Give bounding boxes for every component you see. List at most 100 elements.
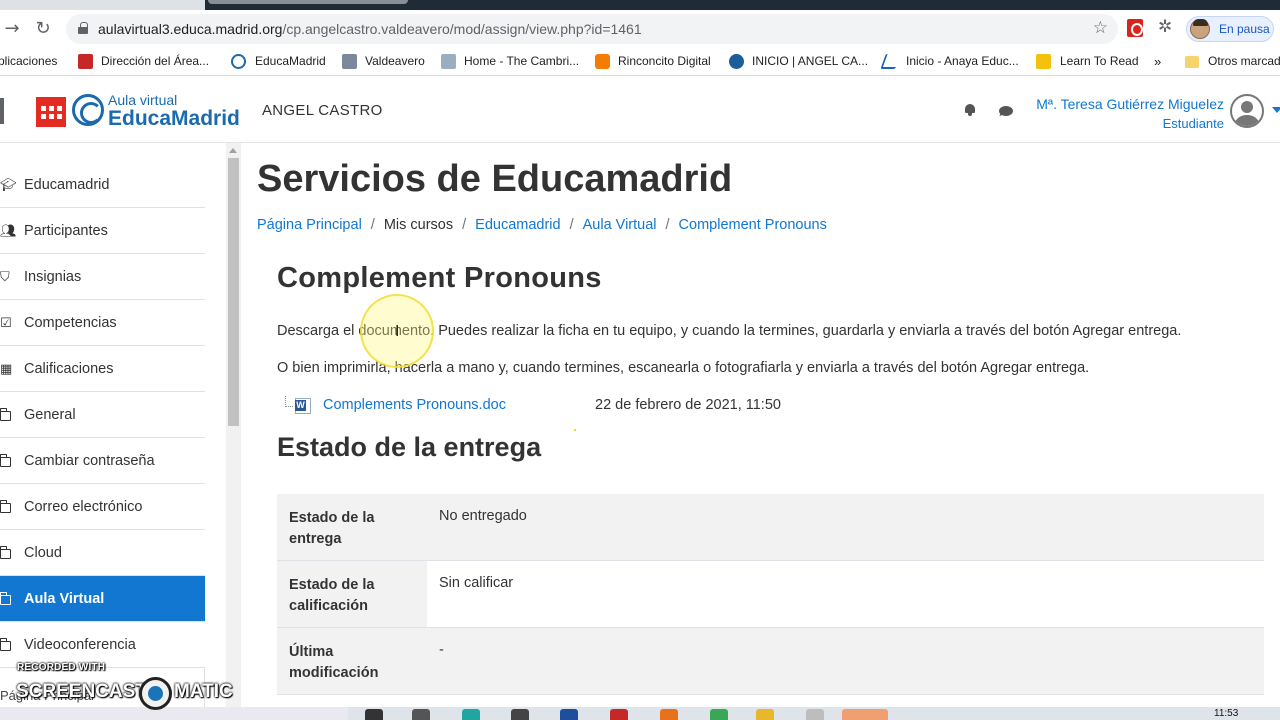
comunidad-madrid-logo[interactable]: [36, 97, 66, 127]
nav-item-educamadrid[interactable]: 🎓︎ Educamadrid: [0, 162, 205, 208]
brand-title[interactable]: EducaMadrid: [108, 107, 240, 131]
anaya-favicon-icon: [880, 54, 901, 69]
bookmark-educamadrid[interactable]: EducaMadrid: [255, 54, 326, 68]
bookmarks-overflow-button[interactable]: »: [1154, 54, 1161, 69]
nav-item-label: General: [24, 407, 76, 423]
educamadrid-favicon-icon: [231, 54, 246, 69]
scroll-up-arrow-icon[interactable]: [229, 148, 237, 153]
nav-item-participantes[interactable]: 👥︎ Participantes: [0, 208, 205, 254]
drawer-toggle[interactable]: [0, 98, 4, 124]
nav-item-label: Insignias: [24, 269, 82, 285]
firefox-icon[interactable]: [660, 709, 678, 720]
cambridge-favicon-icon: [441, 54, 456, 69]
attachment-link[interactable]: Complements Pronouns.doc: [323, 397, 506, 413]
nav-item-correo[interactable]: Correo electrónico: [0, 484, 205, 530]
bookmark-anaya[interactable]: Inicio - Anaya Educ...: [906, 54, 1019, 68]
row-header: Última modificación: [277, 628, 427, 694]
blogger-favicon-icon: [595, 54, 610, 69]
bookmark-valdeavero[interactable]: Valdeavero: [365, 54, 425, 68]
chrome-icon[interactable]: [710, 709, 728, 720]
word-document-icon[interactable]: [295, 398, 311, 414]
bookmark-otros[interactable]: Otros marcad: [1208, 54, 1280, 68]
app-icon[interactable]: [560, 709, 578, 720]
nav-item-label: Cambiar contraseña: [24, 453, 155, 469]
store-icon[interactable]: [511, 709, 529, 720]
row-value-cell: -: [427, 628, 1264, 694]
active-tab[interactable]: [208, 0, 408, 4]
bookmark-apps[interactable]: plicaciones: [0, 54, 57, 68]
user-role: Estudiante: [1162, 116, 1224, 131]
url-text[interactable]: aulavirtual3.educa.madrid.org/cp.angelca…: [98, 21, 642, 37]
user-avatar[interactable]: [1230, 94, 1264, 128]
educamadrid-logo-icon[interactable]: [72, 94, 104, 126]
bookmark-cambridge[interactable]: Home - The Cambri...: [464, 54, 579, 68]
users-icon: 👥︎: [0, 223, 17, 238]
app-icon[interactable]: [610, 709, 628, 720]
screencast-watermark: SCREENCAST MATIC: [16, 681, 233, 703]
address-bar[interactable]: aulavirtual3.educa.madrid.org/cp.angelca…: [66, 14, 1118, 44]
nav-item-calificaciones[interactable]: ▦ Calificaciones: [0, 346, 205, 392]
reload-icon[interactable]: ↻: [33, 19, 53, 39]
browser-toolbar: → ↻ aulavirtual3.educa.madrid.org/cp.ang…: [0, 10, 1280, 48]
attachment-date: 22 de febrero de 2021, 11:50: [595, 397, 781, 413]
row-value: -: [439, 642, 444, 658]
star-favicon-icon: [1036, 54, 1051, 69]
nav-item-insignias[interactable]: ⛉ Insignias: [0, 254, 205, 300]
messages-chat-icon[interactable]: [999, 106, 1013, 116]
profile-button[interactable]: En pausa: [1186, 16, 1274, 42]
page-title: Servicios de Educamadrid: [257, 158, 733, 200]
active-app-icon[interactable]: [842, 709, 888, 720]
nav-item-cloud[interactable]: Cloud: [0, 530, 205, 576]
row-label: Estado de la calificación: [289, 577, 375, 614]
scrollbar-thumb[interactable]: [228, 158, 239, 426]
folder-icon: [0, 454, 11, 467]
breadcrumb-separator: /: [370, 217, 375, 233]
folder-icon: [0, 408, 11, 421]
submission-status-heading: Estado de la entrega: [277, 432, 542, 462]
site-name[interactable]: ANGEL CASTRO: [262, 102, 383, 119]
row-label: Última modificación: [289, 644, 379, 681]
nav-item-label: Educamadrid: [24, 177, 110, 193]
user-name[interactable]: Mª. Teresa Gutiérrez Miguelez: [1036, 96, 1224, 112]
bookmark-direccion[interactable]: Dirección del Área...: [101, 54, 209, 68]
breadcrumb: Página Principal / Mis cursos / Educamadrid /…: [257, 217, 827, 233]
row-value-cell: No entregado: [427, 494, 1264, 560]
row-value: No entregado: [439, 508, 527, 524]
watermark-right: MATIC: [174, 681, 233, 702]
extensions-puzzle-icon[interactable]: ✲: [1158, 17, 1172, 37]
edge-icon[interactable]: [462, 709, 480, 720]
breadcrumb-item[interactable]: Complement Pronouns: [679, 217, 827, 233]
folder-icon: [0, 500, 11, 513]
forward-icon[interactable]: →: [2, 19, 22, 39]
nav-item-label: Competencias: [24, 315, 117, 331]
breadcrumb-item[interactable]: Educamadrid: [475, 217, 560, 233]
breadcrumb-item[interactable]: Página Principal: [257, 217, 362, 233]
file-explorer-icon[interactable]: [756, 709, 774, 720]
row-label: Estado de la entrega: [289, 510, 375, 547]
taskbar-clock[interactable]: 11:53: [1214, 708, 1238, 719]
row-value: Sin calificar: [439, 575, 514, 591]
lock-icon[interactable]: [78, 22, 88, 34]
valdeavero-favicon-icon: [342, 54, 357, 69]
breadcrumb-item: Mis cursos: [383, 217, 454, 233]
task-view-icon[interactable]: [412, 709, 430, 720]
check-square-icon: ☑: [0, 315, 12, 330]
app-icon[interactable]: [806, 709, 824, 720]
attachment-row: Complements Pronouns.doc 22 de febrero d…: [285, 396, 885, 418]
nav-item-competencias[interactable]: ☑ Competencias: [0, 300, 205, 346]
nav-item-aula-virtual[interactable]: Aula Virtual: [0, 576, 205, 622]
user-menu-chevron-down-icon[interactable]: [1272, 107, 1280, 113]
bookmark-inicio-angel[interactable]: INICIO | ANGEL CA...: [752, 54, 868, 68]
nav-item-general[interactable]: General: [0, 392, 205, 438]
brand-subtitle[interactable]: Aula virtual: [108, 92, 177, 108]
nav-item-cambiar-contrasena[interactable]: Cambiar contraseña: [0, 438, 205, 484]
search-icon[interactable]: [365, 709, 383, 720]
nav-item-label: Participantes: [24, 223, 108, 239]
notifications-bell-icon[interactable]: [964, 104, 976, 116]
acrobat-extension-icon[interactable]: [1127, 19, 1143, 37]
breadcrumb-item[interactable]: Aula Virtual: [583, 217, 657, 233]
bookmark-star-icon[interactable]: ☆: [1093, 18, 1108, 38]
bookmark-rinconcito[interactable]: Rinconcito Digital: [618, 54, 711, 68]
cursor-trail: [574, 429, 576, 431]
bookmark-learn-to-read[interactable]: Learn To Read: [1060, 54, 1139, 68]
